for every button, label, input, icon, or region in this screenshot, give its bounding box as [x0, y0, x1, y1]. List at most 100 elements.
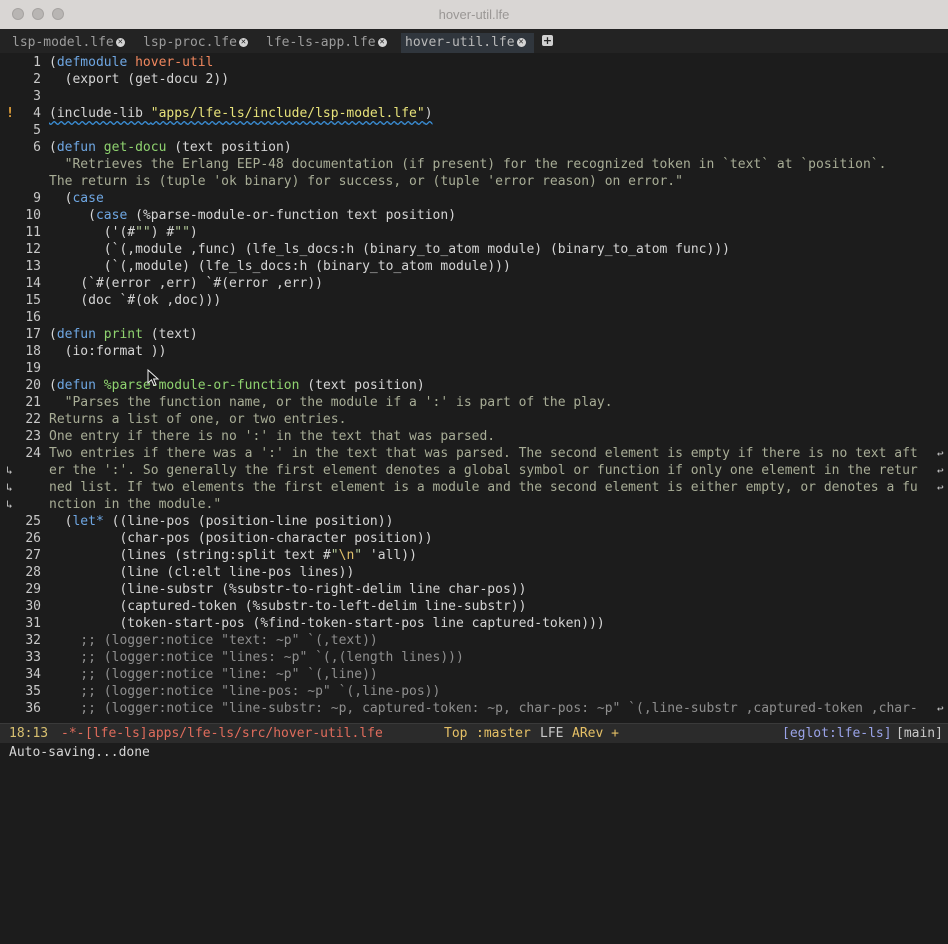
tab-lsp-proc[interactable]: lsp-proc.lfe ✕ [139, 33, 258, 53]
code-line[interactable]: ↳ ned list. If two elements the first ele… [0, 479, 948, 496]
close-icon[interactable]: ✕ [516, 38, 526, 47]
code-line[interactable]: ! 4 (include-lib "apps/lfe-ls/include/lsp-… [0, 105, 948, 122]
buffer-state: -*- [61, 726, 85, 741]
code-token: ( [49, 327, 57, 342]
code-token: ;; (logger:notice "line-substr: ~p, capt… [49, 701, 918, 716]
line-number: 13 [25, 259, 41, 274]
code-line[interactable]: 35 ;; (logger:notice "line-pos: ~p" `(,l… [0, 683, 948, 700]
code-line[interactable]: 12 (`(,module ,func) (lfe_ls_docs:h (bin… [0, 241, 948, 258]
code-text: ;; (logger:notice "text: ~p" `(,text)) [49, 632, 377, 649]
code-token: ( [549, 242, 558, 257]
line-number: 30 [25, 599, 41, 614]
code-line[interactable]: 2 (export (get-docu 2)) [0, 71, 948, 88]
code-line[interactable]: 21 "Parses the function name, or the mod… [0, 394, 948, 411]
code-line[interactable]: ↳ nction in the module." [0, 496, 948, 513]
code-token: ) [182, 259, 190, 274]
code-line[interactable]: 26 (char-pos (position-character positio… [0, 530, 948, 547]
code-text: nction in the module." [49, 496, 221, 513]
code-line[interactable]: 32 ;; (logger:notice "text: ~p" `(,text)… [0, 632, 948, 649]
code-line[interactable]: 29 (line-substr (%substr-to-right-delim … [0, 581, 948, 598]
buffer-path[interactable]: apps/lfe-ls/src/hover-util.lfe [148, 724, 383, 744]
code-token: ( [135, 208, 143, 223]
eglot-status[interactable]: [eglot:lfe-ls] [782, 724, 892, 744]
code-line[interactable]: 10 (case (%parse-module-or-function text… [0, 207, 948, 224]
code-text: (`(,module) (lfe_ls_docs:h (binary_to_at… [49, 258, 511, 275]
code-line[interactable]: 27 (lines (string:split text #"\n" 'all)… [0, 547, 948, 564]
major-mode[interactable]: LFE [540, 724, 563, 744]
code-line[interactable]: 5 [0, 122, 948, 139]
code-token: ( [221, 276, 230, 291]
code-token: binary_to_atom module [369, 242, 535, 257]
code-line[interactable]: 11 ('(#"") #"") [0, 224, 948, 241]
code-line[interactable]: 23 One entry if there is no ':' in the te… [0, 428, 948, 445]
code-text: (line (cl:elt line-pos lines)) [49, 564, 354, 581]
code-token: defun [56, 327, 96, 342]
code-line[interactable]: 14 (`#(error ,err) `#(error ,err)) [0, 275, 948, 292]
line-number: 36 [25, 701, 41, 716]
code-line[interactable]: 34 ;; (logger:notice "line: ~p" `(,line)… [0, 666, 948, 683]
tab-label: lsp-proc.lfe [143, 35, 237, 50]
code-token: lines [127, 548, 175, 563]
code-line[interactable]: 33 ;; (logger:notice "lines: ~p" `(,(len… [0, 649, 948, 666]
code-line[interactable]: 19 [0, 360, 948, 377]
code-line[interactable]: 15 (doc `#(ok ,doc))) [0, 292, 948, 309]
code-line[interactable]: 36 ;; (logger:notice "line-substr: ~p, c… [0, 700, 948, 717]
line-number: 31 [25, 616, 41, 631]
tab-lfe-ls-app[interactable]: lfe-ls-app.lfe ✕ [262, 33, 395, 53]
line-number: 19 [25, 361, 41, 376]
code-token: ( [49, 378, 57, 393]
code-line[interactable]: 31 (token-start-pos (%find-token-start-p… [0, 615, 948, 632]
code-token: ( [244, 599, 253, 614]
minor-modes[interactable]: ARev + [572, 724, 619, 744]
continuation-arrow-icon: ↩ [937, 702, 944, 715]
code-line[interactable]: 24 Two entries if there was a ':' in the … [0, 445, 948, 462]
code-line[interactable]: 20 (defun %parse-module-or-function (text… [0, 377, 948, 394]
code-line[interactable]: 16 [0, 309, 948, 326]
close-icon[interactable]: ✕ [115, 38, 125, 47]
tab-label: lfe-ls-app.lfe [266, 35, 376, 50]
code-token: string:split text # [182, 548, 331, 563]
code-token: ) [424, 106, 433, 121]
code-line[interactable]: 13 (`(,module) (lfe_ls_docs:h (binary_to… [0, 258, 948, 275]
code-line[interactable]: 9 (case [0, 190, 948, 207]
close-icon[interactable]: ✕ [377, 38, 387, 47]
code-line[interactable]: 1 (defmodule hover-util [0, 54, 948, 71]
code-line[interactable]: "Retrieves the Erlang EEP-48 documentati… [0, 156, 948, 173]
code-line[interactable]: 3 [0, 88, 948, 105]
tab-lsp-model[interactable]: lsp-model.lfe ✕ [8, 33, 132, 53]
code-token: 'all [362, 548, 402, 563]
code-token: ( [80, 293, 89, 308]
code-line[interactable]: The return is (tuple 'ok binary) for suc… [0, 173, 948, 190]
code-token: export [72, 72, 128, 87]
code-editor[interactable]: 1 (defmodule hover-util 2 (export (get-doc… [0, 53, 948, 723]
vc-branch[interactable]: :master [476, 724, 531, 744]
project-name[interactable]: [lfe-ls] [85, 724, 148, 744]
close-icon[interactable]: ✕ [238, 38, 248, 47]
line-number: 11 [25, 225, 41, 240]
code-token: lfe_ls_docs:h [205, 259, 316, 274]
line-number: 26 [25, 531, 41, 546]
workspace-indicator[interactable]: [main] [896, 724, 943, 744]
code-line[interactable]: 28 (line (cl:elt line-pos lines)) [0, 564, 948, 581]
code-token: error ,err [229, 276, 308, 291]
code-line[interactable]: ↳ er the ':'. So generally the first elem… [0, 462, 948, 479]
code-token: ( [362, 242, 370, 257]
add-tab-icon[interactable]: + [542, 35, 553, 46]
code-text: (defmodule hover-util [49, 54, 213, 71]
code-line[interactable]: 30 (captured-token (%substr-to-left-deli… [0, 598, 948, 615]
code-line[interactable]: 22 Returns a list of one, or two entries. [0, 411, 948, 428]
code-line[interactable]: 25 (let* ((line-pos (position-line posit… [0, 513, 948, 530]
tab-hover-util[interactable]: hover-util.lfe ✕ [401, 33, 534, 53]
code-line[interactable]: 18 (io:format )) [0, 343, 948, 360]
line-number: 35 [25, 684, 41, 699]
code-line[interactable]: 17 (defun print (text) [0, 326, 948, 343]
warning-icon[interactable]: ! [6, 105, 14, 122]
code-line[interactable]: 6 (defun get-docu (text position) [0, 139, 948, 156]
